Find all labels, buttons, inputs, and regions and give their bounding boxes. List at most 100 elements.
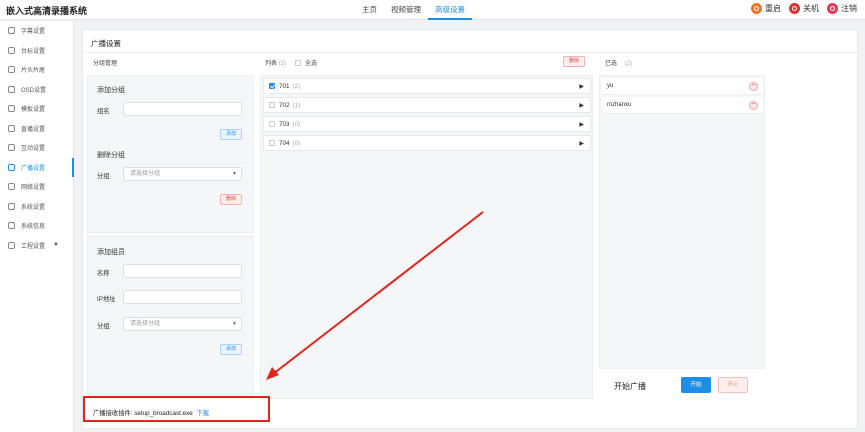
list-item-count: (0): [292, 120, 301, 128]
sidebar-item-engineering[interactable]: 工程设置 ▼: [0, 236, 73, 256]
checkbox[interactable]: [269, 102, 275, 108]
user-icon: [8, 144, 15, 152]
stop-button[interactable]: 停止: [718, 377, 748, 393]
group-edit-box: 添加分组 组名 添加 删除分组 分组 请选择分组 ▼ 删除: [87, 75, 254, 233]
list-item[interactable]: 701 (2) ▶: [263, 78, 591, 94]
chevron-down-icon: ▼: [232, 321, 237, 327]
selected-label: 已选: [605, 61, 618, 67]
ip-address-label: IP地址: [97, 296, 116, 303]
info-icon: [8, 222, 15, 230]
add-member-box: 添加组员 名称 IP地址 分组 请选择分组 ▼ 添加: [87, 236, 254, 396]
list-item[interactable]: 703 (0) ▶: [263, 116, 591, 132]
list-delete-button[interactable]: 删除: [563, 56, 585, 67]
select-all-label: 全选: [305, 61, 318, 67]
list-item[interactable]: 704 (0) ▶: [263, 135, 591, 151]
list-item: yu −: [602, 78, 763, 95]
sidebar-item-label: 网络设置: [21, 185, 46, 192]
sidebar-item-label: 系统信息: [21, 224, 46, 231]
sidebar-item-subtitle[interactable]: 字幕设置: [0, 21, 73, 41]
sidebar-item-live[interactable]: 直播设置: [0, 119, 73, 139]
shutdown-label: 关机: [803, 4, 819, 13]
sidebar-item-system[interactable]: 系统设置: [0, 197, 73, 217]
caret-right-icon[interactable]: ▶: [579, 83, 584, 90]
sidebar-item-osd[interactable]: OSD设置: [0, 80, 73, 100]
member-group-label: 分组: [97, 323, 110, 330]
list-label: 列表: [265, 61, 278, 67]
delete-group-button[interactable]: 删除: [220, 194, 242, 205]
caret-right-icon[interactable]: ▶: [579, 121, 584, 128]
delete-group-title: 删除分组: [97, 152, 125, 159]
selected-header: 已选 (2): [605, 58, 632, 67]
sidebar-item-logo[interactable]: 台标设置: [0, 41, 73, 61]
sidebar-item-intro-outro[interactable]: 片头片尾: [0, 60, 73, 80]
film-icon: [8, 66, 15, 74]
group-select-placeholder: 请选择分组: [130, 171, 161, 177]
group-list: 701 (2) ▶ 702 (1) ▶ 703 (0) ▶ 704 (0) ▶: [260, 75, 593, 399]
group-management-label: 分组管理: [93, 61, 118, 67]
broadcast-icon: [8, 163, 15, 171]
sidebar: 字幕设置 台标设置 片头片尾 OSD设置 模板设置 直播设置 互动设置 广播设置…: [0, 21, 74, 432]
list-item-name: 701: [279, 82, 290, 90]
sidebar-item-label: 系统设置: [21, 204, 46, 211]
divider: [83, 52, 857, 53]
group-select[interactable]: 请选择分组 ▼: [123, 167, 242, 181]
list-item-name: 702: [279, 101, 290, 109]
sidebar-item-label: OSD设置: [21, 87, 47, 94]
add-member-title: 添加组员: [97, 249, 125, 256]
sidebar-item-template[interactable]: 模板设置: [0, 99, 73, 119]
list-item-count: (2): [292, 82, 301, 90]
member-group-select[interactable]: 请选择分组 ▼: [123, 317, 242, 331]
ip-address-input[interactable]: [123, 290, 242, 304]
sidebar-item-network[interactable]: 网络设置: [0, 177, 73, 197]
selected-list: yu − mzhanxu −: [599, 75, 765, 369]
logout-button[interactable]: 注销: [827, 3, 857, 14]
checkbox[interactable]: [269, 140, 275, 146]
remove-icon[interactable]: −: [749, 82, 758, 91]
shutdown-button[interactable]: 关机: [789, 3, 819, 14]
add-member-button[interactable]: 添加: [220, 344, 242, 355]
list-item-count: (1): [292, 101, 301, 109]
selected-count: (2): [624, 61, 633, 67]
member-group-placeholder: 请选择分组: [130, 321, 161, 327]
template-icon: [8, 105, 15, 113]
caret-right-icon[interactable]: ▶: [579, 140, 584, 147]
sidebar-item-label: 片头片尾: [21, 68, 46, 75]
checkbox: [295, 59, 301, 66]
restart-button[interactable]: 重启: [751, 3, 781, 14]
group-name-input[interactable]: [123, 102, 242, 116]
sidebar-item-label: 互动设置: [21, 146, 46, 153]
group-select-label: 分组: [97, 173, 110, 180]
sidebar-item-broadcast[interactable]: 广播设置: [0, 157, 74, 178]
gear-icon: [8, 202, 15, 210]
select-all-checkbox[interactable]: 全选: [295, 58, 317, 67]
sidebar-item-label: 台标设置: [21, 48, 46, 55]
nav-home[interactable]: 主页: [355, 0, 384, 20]
nav-advanced-settings[interactable]: 高级设置: [428, 0, 472, 20]
selected-item-name: mzhanxu: [607, 102, 632, 108]
remove-icon[interactable]: −: [749, 101, 758, 110]
subtitle-icon: [8, 27, 15, 35]
restart-icon: [751, 3, 762, 14]
list-item: mzhanxu −: [602, 97, 763, 114]
start-button[interactable]: 开始: [681, 377, 711, 393]
sidebar-item-label: 广播设置: [21, 165, 46, 172]
member-name-input[interactable]: [123, 264, 242, 278]
restart-label: 重启: [765, 4, 781, 13]
sidebar-item-system-info[interactable]: 系统信息: [0, 216, 73, 236]
broadcast-panel: 广播设置 分组管理 添加分组 组名 添加 删除分组 分组 请选择分组 ▼ 删除 …: [82, 29, 858, 429]
checkbox[interactable]: [269, 121, 275, 127]
logout-icon: [827, 3, 838, 14]
osd-icon: [8, 85, 15, 93]
add-group-button[interactable]: 添加: [220, 129, 242, 140]
checkbox-checked[interactable]: [269, 83, 275, 89]
caret-right-icon[interactable]: ▶: [579, 102, 584, 109]
sidebar-item-interaction[interactable]: 互动设置: [0, 138, 73, 158]
list-count: (2): [278, 61, 287, 67]
page-title: 广播设置: [91, 39, 121, 48]
logout-label: 注销: [841, 4, 857, 13]
sidebar-item-label: 字幕设置: [21, 29, 46, 36]
nav-video-management[interactable]: 视频管理: [384, 0, 428, 20]
top-bar: 嵌入式高清录播系统 主页 视频管理 高级设置 重启 关机 注销: [0, 0, 865, 20]
network-icon: [8, 183, 15, 191]
list-item[interactable]: 702 (1) ▶: [263, 97, 591, 113]
